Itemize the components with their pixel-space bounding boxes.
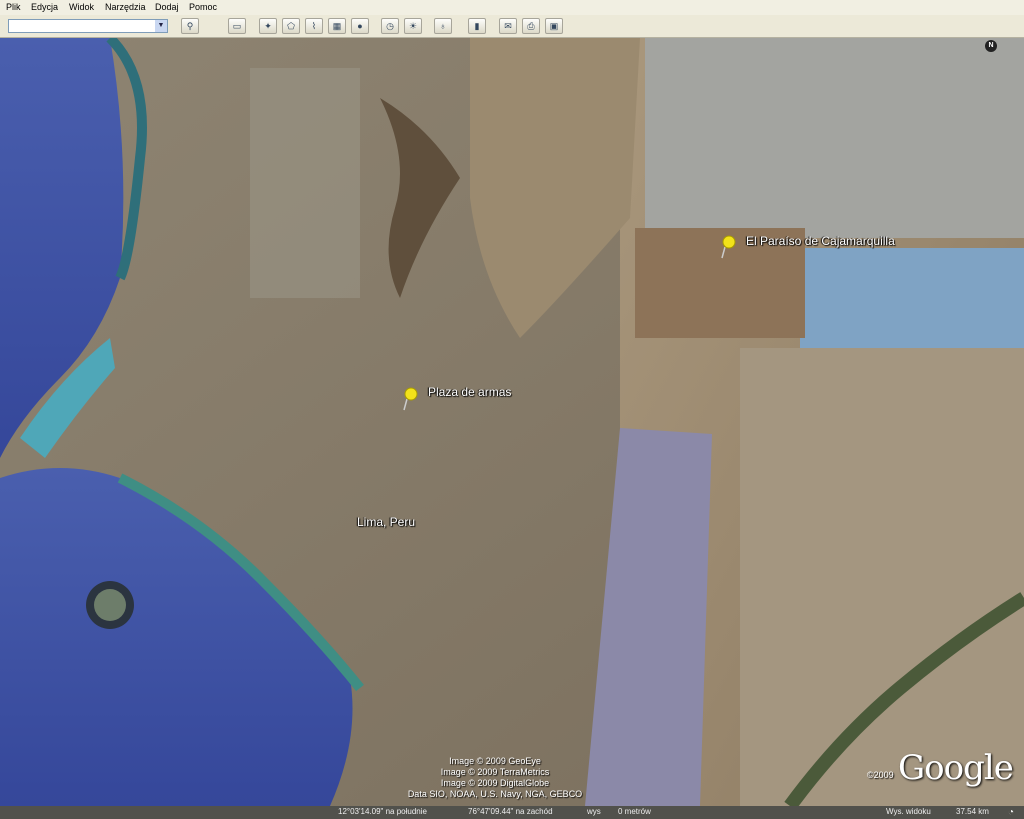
credit-line: Image © 2009 TerraMetrics xyxy=(440,767,550,777)
elevation-label: wys xyxy=(587,807,601,816)
elevation-value: 0 metrów xyxy=(618,807,651,816)
path-icon[interactable]: ⌇ xyxy=(305,18,323,34)
eye-altitude-value: 37.54 km xyxy=(956,807,989,816)
record-tour-icon[interactable]: ● xyxy=(351,18,369,34)
map-view[interactable]: N El Paraíso de Cajamarquilla Plaza de a… xyxy=(0,38,1024,806)
image-overlay-icon[interactable]: ▦ xyxy=(328,18,346,34)
sidebar-icon[interactable]: ▭ xyxy=(228,18,246,34)
historical-imagery-icon[interactable]: ◷ xyxy=(381,18,399,34)
menu-edycja[interactable]: Edycja xyxy=(31,2,58,12)
longitude-readout: 76°47'09.44" na zachód xyxy=(468,807,553,816)
search-icon[interactable]: ⚲ xyxy=(181,18,199,34)
email-icon[interactable]: ✉ xyxy=(499,18,517,34)
status-bar: 12°03'14.09" na południe 76°47'09.44" na… xyxy=(0,806,1024,819)
planets-icon[interactable]: ♁ xyxy=(434,18,452,34)
save-image-icon[interactable]: ▣ xyxy=(545,18,563,34)
sunlight-icon[interactable]: ☀ xyxy=(404,18,422,34)
menu-bar: Plik Edycja Widok Narzędzia Dodaj Pomoc xyxy=(0,0,1024,15)
search-input[interactable]: ▼ xyxy=(8,19,168,33)
menu-pomoc[interactable]: Pomoc xyxy=(189,2,217,12)
chevron-down-icon[interactable]: ▼ xyxy=(155,20,167,32)
google-copyright-year: ©2009 xyxy=(867,770,894,780)
pushpin-icon[interactable] xyxy=(718,234,740,260)
polygon-icon[interactable]: ⬠ xyxy=(282,18,300,34)
google-logo: Google xyxy=(898,748,1014,788)
placemark-label-paraiso[interactable]: El Paraíso de Cajamarquilla xyxy=(746,234,895,248)
credit-line: Data SIO, NOAA, U.S. Navy, NGA, GEBCO xyxy=(407,789,583,799)
latitude-readout: 12°03'14.09" na południe xyxy=(338,807,427,816)
pushpin-icon[interactable] xyxy=(400,386,422,412)
menu-dodaj[interactable]: Dodaj xyxy=(155,2,179,12)
menu-plik[interactable]: Plik xyxy=(6,2,21,12)
ruler-icon[interactable]: ▮ xyxy=(468,18,486,34)
print-icon[interactable]: ⎙ xyxy=(522,18,540,34)
placemark-label-plaza[interactable]: Plaza de armas xyxy=(428,385,511,399)
city-label: Lima, Peru xyxy=(357,515,416,529)
menu-narzedzia[interactable]: Narzędzia xyxy=(105,2,146,12)
credit-line: Image © 2009 GeoEye xyxy=(449,756,541,766)
credit-line: Image © 2009 DigitalGlobe xyxy=(440,778,550,788)
menu-widok[interactable]: Widok xyxy=(69,2,94,12)
toolbar: ▼ ⚲ ▭ ✦ ⬠ ⌇ ▦ ● ◷ ☀ ♁ ▮ ✉ ⎙ ▣ xyxy=(0,15,1024,38)
placemark-icon[interactable]: ✦ xyxy=(259,18,277,34)
compass-north-icon[interactable]: N xyxy=(985,40,997,52)
satellite-imagery xyxy=(0,38,1024,806)
imagery-credits: Image © 2009 GeoEye Image © 2009 TerraMe… xyxy=(405,756,585,800)
streaming-icon: ◔ xyxy=(1008,807,1015,818)
eye-altitude-label: Wys. widoku xyxy=(886,807,931,816)
